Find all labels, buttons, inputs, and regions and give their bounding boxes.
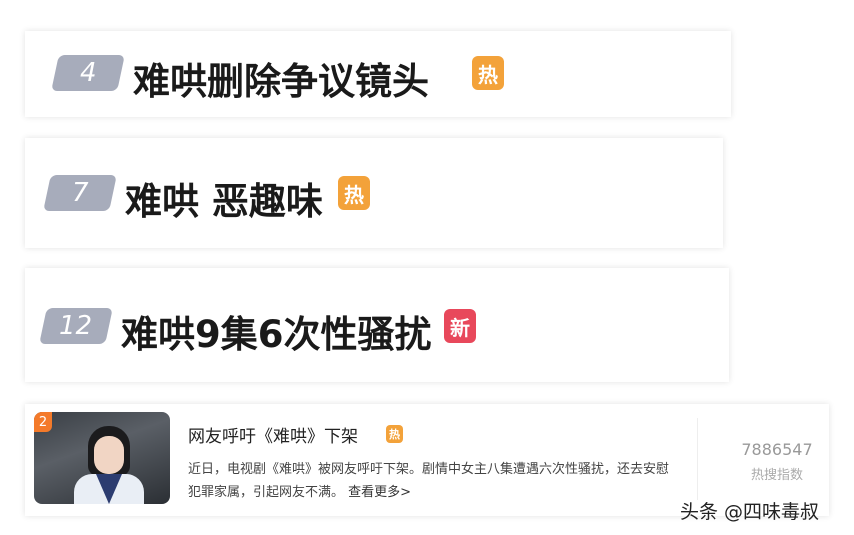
new-badge: 新 <box>444 309 476 343</box>
trend-title[interactable]: 难哄删除争议镜头 <box>133 51 429 105</box>
hot-badge: 热 <box>338 176 370 210</box>
hot-badge: 热 <box>386 425 403 443</box>
divider <box>697 418 698 500</box>
trend-title[interactable]: 难哄9集6次性骚扰 <box>121 304 432 358</box>
rank-badge: 7 <box>43 175 117 211</box>
news-description: 近日，电视剧《难哄》被网友呼吁下架。剧情中女主八集遭遇六次性骚扰，还去安慰犯罪家… <box>188 458 678 504</box>
position-badge: 2 <box>34 412 52 432</box>
rank-number: 7 <box>71 178 89 208</box>
heat-value: 7886547 <box>741 440 813 459</box>
news-description-text: 近日，电视剧《难哄》被网友呼吁下架。剧情中女主八集遭遇六次性骚扰，还去安慰犯罪家… <box>188 462 670 500</box>
news-thumbnail[interactable]: 2 <box>34 412 170 504</box>
trend-title[interactable]: 难哄 恶趣味 <box>125 171 323 225</box>
rank-badge: 12 <box>39 308 113 344</box>
rank-number: 12 <box>59 311 93 341</box>
trend-row-3[interactable]: 12 难哄9集6次性骚扰 新 <box>25 268 729 382</box>
hot-badge: 热 <box>472 56 504 90</box>
rank-badge: 4 <box>51 55 125 91</box>
watermark: 头条 @四味毒叔 <box>680 501 820 523</box>
heat-label: 热搜指数 <box>750 468 803 483</box>
trend-row-2[interactable]: 7 难哄 恶趣味 热 <box>25 138 723 248</box>
see-more-link[interactable]: 查看更多> <box>348 485 411 500</box>
news-title[interactable]: 网友呼吁《难哄》下架 <box>188 422 358 447</box>
trend-row-1[interactable]: 4 难哄删除争议镜头 热 <box>25 31 731 117</box>
thumbnail-face <box>94 436 124 474</box>
rank-number: 4 <box>79 58 97 88</box>
